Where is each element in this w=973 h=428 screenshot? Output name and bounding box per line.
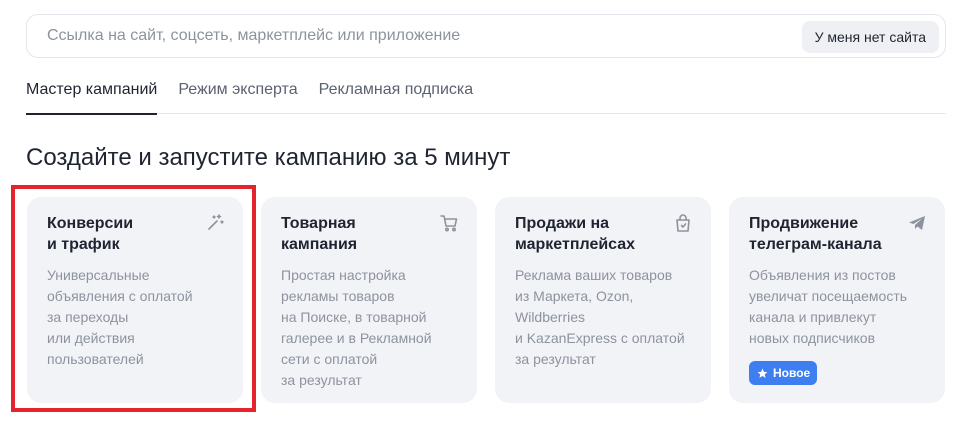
tabs: Мастер кампаний Режим эксперта Рекламная… bbox=[26, 72, 946, 115]
search-input[interactable] bbox=[47, 15, 787, 57]
tab-ad-subscription[interactable]: Рекламная подписка bbox=[319, 72, 474, 114]
shopping-cart-icon bbox=[440, 215, 458, 232]
card-description: Универсальные объявления с оплатой за пе… bbox=[47, 267, 193, 367]
card-product-campaign[interactable]: Товарная кампания Простая настройка рекл… bbox=[261, 197, 477, 403]
card-title: Товарная кампания bbox=[281, 215, 358, 253]
magic-wand-icon bbox=[208, 214, 224, 230]
tab-expert-mode[interactable]: Режим эксперта bbox=[178, 72, 297, 114]
star-icon bbox=[757, 368, 768, 378]
new-badge: Новое bbox=[749, 361, 818, 385]
card-title: Продвижение телеграм-канала bbox=[749, 215, 882, 253]
shopping-bag-icon bbox=[676, 214, 690, 232]
card-marketplace-sales[interactable]: Продажи на маркетплейсах Реклама ваших т… bbox=[495, 197, 711, 403]
card-description: Реклама ваших товаров из Маркета, Ozon, … bbox=[515, 267, 685, 367]
card-conversions-traffic[interactable]: Конверсии и трафик Универсальные объявле… bbox=[27, 197, 243, 403]
card-telegram-promotion[interactable]: Продвижение телеграм-канала Объявления и… bbox=[729, 197, 945, 403]
page-title: Создайте и запустите кампанию за 5 минут bbox=[26, 144, 511, 171]
tab-campaign-wizard[interactable]: Мастер кампаний bbox=[26, 72, 158, 115]
new-badge-label: Новое bbox=[773, 366, 811, 380]
card-description: Простая настройка рекламы товаров на Пои… bbox=[281, 267, 432, 388]
telegram-icon bbox=[909, 216, 925, 230]
card-title: Продажи на маркетплейсах bbox=[515, 215, 636, 253]
card-description: Объявления из постов увеличат посещаемос… bbox=[749, 267, 908, 346]
search-bar: У меня нет сайта bbox=[26, 14, 946, 58]
card-title: Конверсии и трафик bbox=[47, 215, 134, 253]
no-site-button[interactable]: У меня нет сайта bbox=[801, 21, 939, 53]
